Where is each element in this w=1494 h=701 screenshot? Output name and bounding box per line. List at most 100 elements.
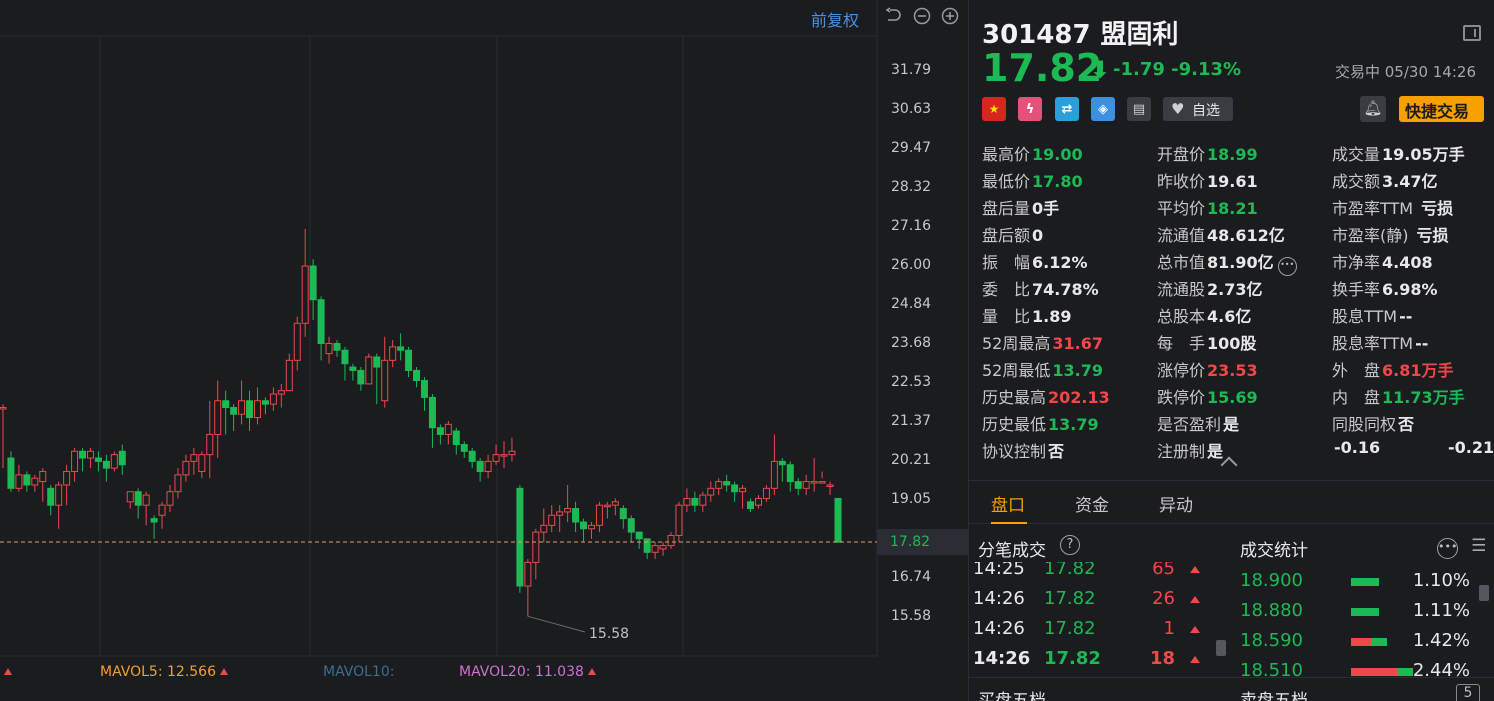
candle-up bbox=[301, 265, 309, 324]
quote-label: 成交额 bbox=[1332, 172, 1381, 191]
price-change: -1.79 -9.13% bbox=[1113, 59, 1242, 80]
quote-label: 流通股 bbox=[1157, 280, 1206, 299]
candle-up bbox=[603, 504, 611, 508]
candle-up bbox=[63, 470, 71, 486]
quick-trade-button[interactable]: 快捷交易 bbox=[1399, 96, 1484, 122]
quote-value: 23.53 bbox=[1207, 361, 1258, 380]
collapse-chevron-icon[interactable] bbox=[1220, 456, 1238, 474]
stat-percent: 1.10% bbox=[1412, 570, 1470, 591]
candle-up bbox=[754, 497, 762, 506]
tag-icon[interactable]: ◈ bbox=[1091, 97, 1115, 121]
zoom-in-icon[interactable] bbox=[941, 7, 959, 25]
tab-movement[interactable]: 异动 bbox=[1159, 491, 1193, 516]
tab-capital[interactable]: 资金 bbox=[1075, 491, 1109, 516]
quote-item: 跌停价 15.69 bbox=[1157, 384, 1258, 407]
candle-up bbox=[715, 481, 723, 489]
tick-trades-list[interactable]: 14:25 17.82 65 14:26 17.82 26 14:26 17.82 1 14:26… bbox=[969, 562, 1219, 672]
price-tick-label: 19.05 bbox=[891, 491, 932, 507]
add-watchlist-button[interactable]: ♥ 自选 bbox=[1163, 97, 1233, 121]
kline-chart-pane[interactable]: 15.58 前复权 31.79 30.63 29.47 28.32 27.16 26.00… bbox=[0, 0, 968, 701]
quote-value: 100股 bbox=[1207, 334, 1257, 353]
doc-icon[interactable]: ▤ bbox=[1127, 97, 1151, 121]
bell-icon[interactable]: 🔔︎ bbox=[1360, 96, 1386, 122]
candle-up bbox=[492, 454, 500, 462]
quote-label: 注册制 bbox=[1157, 442, 1206, 461]
quote-item: 盘后量 0手 bbox=[982, 195, 1059, 218]
candle-down bbox=[572, 508, 580, 523]
quote-label: 成交量 bbox=[1332, 145, 1381, 164]
lightning-icon[interactable]: ϟ bbox=[1018, 97, 1042, 121]
candle-up bbox=[595, 504, 603, 526]
layout-icon[interactable] bbox=[1463, 25, 1481, 41]
vol-legend-arrow bbox=[0, 664, 12, 680]
stats-tools: ••• ☰ bbox=[1433, 536, 1486, 559]
stats-scrollbar[interactable] bbox=[1479, 585, 1489, 601]
quote-label: 股息率TTM bbox=[1332, 334, 1414, 353]
tick-trades-title: 分笔成交 bbox=[978, 541, 1046, 561]
more-icon[interactable]: ••• bbox=[1437, 538, 1458, 559]
quote-value: 亏损 bbox=[1421, 199, 1454, 218]
quote-item: 股息率TTM -- bbox=[1332, 330, 1428, 353]
quote-value: 是 bbox=[1223, 415, 1240, 434]
kline-chart[interactable]: 15.58 bbox=[0, 0, 968, 701]
candle-up bbox=[770, 460, 778, 489]
price-tick-label: 29.47 bbox=[891, 140, 932, 156]
help-icon[interactable]: ? bbox=[1060, 535, 1080, 555]
quote-label: 52周最低 bbox=[982, 361, 1051, 380]
candle-up bbox=[269, 393, 277, 405]
quote-item: 协议控制否 bbox=[982, 438, 1064, 461]
candle-down bbox=[94, 457, 102, 462]
undo-icon[interactable] bbox=[884, 7, 902, 25]
stat-row: 18.900 1.10% bbox=[1240, 570, 1485, 600]
quote-value: 否 bbox=[1398, 415, 1415, 434]
shuffle-icon[interactable]: ⇄ bbox=[1055, 97, 1079, 121]
quote-value: 0 bbox=[1032, 226, 1044, 245]
tick-volume: 65 bbox=[1152, 562, 1175, 579]
quote-item: 总股本 4.6亿 bbox=[1157, 303, 1251, 326]
quote-label: 委 比 bbox=[982, 280, 1031, 299]
price-tick-label: 16.74 bbox=[891, 569, 932, 585]
flag-cn-icon[interactable]: ★ bbox=[982, 97, 1006, 121]
quote-item: 是否盈利是 bbox=[1157, 411, 1240, 434]
tick-scrollbar[interactable] bbox=[1216, 640, 1226, 656]
candle-up bbox=[540, 524, 548, 533]
quote-item: 52周最高 31.67 bbox=[982, 330, 1103, 353]
candle-up bbox=[166, 491, 174, 506]
candle-up bbox=[293, 322, 301, 361]
quote-item: 同股同权否 bbox=[1332, 411, 1415, 434]
candle-down bbox=[309, 265, 317, 301]
tab-bar: 盘口 资金 异动 bbox=[969, 480, 1494, 524]
candle-down bbox=[333, 342, 341, 351]
candle-down bbox=[635, 531, 643, 540]
candle-up bbox=[31, 477, 39, 486]
price-tick-label: 28.32 bbox=[891, 179, 932, 195]
list-icon[interactable]: ☰ bbox=[1471, 536, 1486, 556]
tab-order-book[interactable]: 盘口 bbox=[991, 491, 1025, 516]
quote-label: 开盘价 bbox=[1157, 145, 1206, 164]
stat-bar-buy bbox=[1351, 608, 1379, 616]
candle-up bbox=[214, 400, 222, 435]
candle-up bbox=[285, 359, 293, 392]
quote-item: 外 盘 6.81万手 bbox=[1332, 357, 1454, 380]
quote-value: 19.61 bbox=[1207, 172, 1258, 191]
five-level-icon[interactable]: 5 bbox=[1456, 684, 1480, 701]
quote-value: 15.69 bbox=[1207, 388, 1258, 407]
quote-value: 6.98% bbox=[1382, 280, 1438, 299]
candle-up bbox=[699, 494, 707, 506]
zoom-out-icon[interactable] bbox=[913, 7, 931, 25]
adjust-mode-button[interactable]: 前复权 bbox=[811, 7, 859, 31]
quote-value: 6.12% bbox=[1032, 253, 1088, 272]
candle-down bbox=[643, 538, 651, 553]
tick-row: 14:25 17.82 65 bbox=[973, 562, 1203, 588]
more-icon[interactable]: ••• bbox=[1277, 257, 1297, 276]
stat-price: 18.590 bbox=[1240, 630, 1303, 651]
candle-up bbox=[826, 484, 834, 487]
buy-five-title: 买盘五档 bbox=[978, 691, 1046, 701]
tick-time: 14:26 bbox=[973, 648, 1031, 669]
candle-up bbox=[158, 504, 166, 516]
quote-value: 6.81万手 bbox=[1382, 361, 1454, 380]
quote-value: 31.67 bbox=[1052, 334, 1103, 353]
tick-row: 14:26 17.82 18 bbox=[973, 648, 1203, 672]
quote-label: 涨停价 bbox=[1157, 361, 1206, 380]
candle-up bbox=[500, 454, 508, 457]
